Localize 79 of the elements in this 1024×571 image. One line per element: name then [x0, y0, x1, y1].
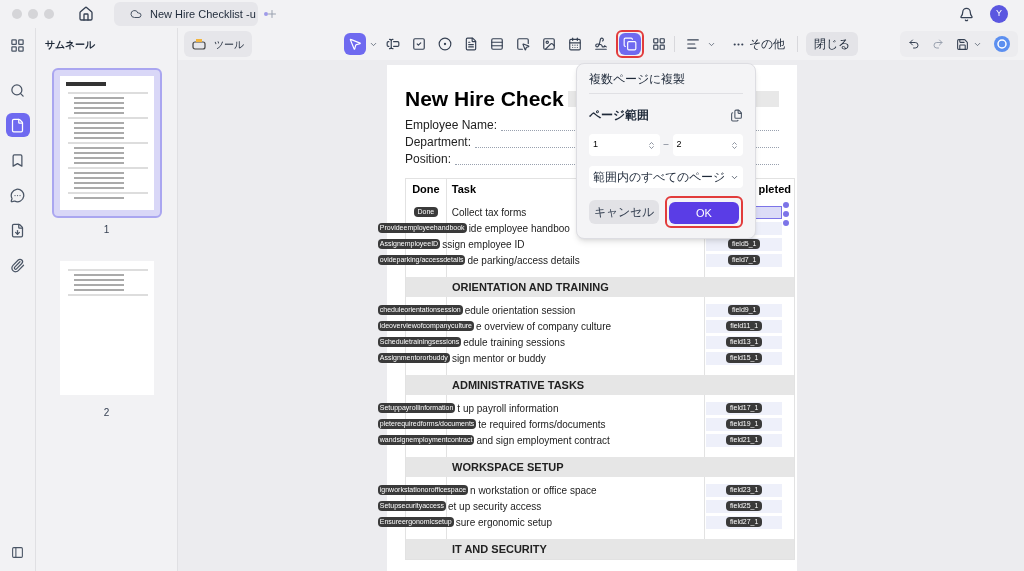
select-value: 範囲内のすべてのページ: [593, 169, 725, 186]
task-text: t up payroll information: [457, 401, 559, 416]
grid-icon: [652, 37, 666, 51]
search-icon: [10, 82, 25, 98]
document-title: New Hire Check: [405, 86, 564, 113]
text-field-icon: [386, 37, 400, 51]
section-heading: IT AND SECURITY: [452, 541, 547, 557]
task-text: edule orientation session: [464, 303, 576, 318]
page-range-icon[interactable]: [730, 108, 743, 122]
column-header: pleted: [757, 181, 792, 197]
paperclip-icon: [10, 257, 25, 273]
assistant-icon[interactable]: [994, 36, 1010, 52]
task-text: Collect tax forms: [451, 205, 527, 220]
close-button[interactable]: 閉じる: [806, 32, 858, 56]
comment-icon: [10, 187, 25, 203]
calendar-icon: [568, 37, 582, 51]
task-text: n workstation or office space: [470, 483, 597, 498]
task-text: sign mentor or buddy: [451, 351, 546, 366]
tool-button[interactable]: [344, 33, 366, 55]
cancel-button[interactable]: キャンセル: [589, 200, 659, 225]
section-heading: ORIENTATION AND TRAINING: [452, 279, 609, 295]
task-text: de parking/access details: [467, 253, 580, 268]
page-scope-select[interactable]: 範囲内のすべてのページ: [589, 166, 743, 188]
info-label: Department:: [405, 134, 472, 151]
combo-box-icon: [464, 37, 478, 51]
panel-icon[interactable]: [11, 546, 24, 559]
to-page-field[interactable]: 2: [672, 134, 743, 156]
task-text: edule training sessions: [463, 335, 565, 350]
page-thumbnail[interactable]: [51, 68, 162, 218]
range-label: ページ範囲: [589, 107, 649, 124]
checkbox-icon: [412, 37, 426, 51]
field-value: 1: [593, 138, 598, 152]
save-icon[interactable]: [956, 37, 969, 51]
task-text: ide employee handboo: [468, 221, 570, 236]
dialog-title: 複数ページに複製: [589, 70, 685, 88]
notification-icon[interactable]: [959, 6, 974, 22]
file-icon: [10, 222, 25, 238]
page-icon: [10, 117, 25, 133]
signature-icon: [594, 37, 608, 51]
section-heading: WORKSPACE SETUP: [452, 459, 564, 475]
more-label[interactable]: その他: [749, 35, 785, 53]
task-text: e overview of company culture: [476, 319, 612, 334]
task-text: sure ergonomic setup: [455, 515, 552, 530]
copy-pages-icon: [623, 37, 637, 51]
selection-handles[interactable]: [782, 200, 790, 227]
panel-title: サムネール: [45, 37, 95, 52]
column-header: Done: [411, 181, 441, 197]
align-icon: [686, 37, 700, 51]
task-text: et up security access: [448, 499, 542, 514]
cloud-icon: [130, 8, 142, 20]
info-label: Employee Name:: [405, 117, 498, 134]
pointer-icon: [348, 37, 362, 51]
field-value: 2: [676, 138, 682, 152]
bookmark-icon: [10, 152, 25, 168]
user-avatar[interactable]: Y: [990, 5, 1008, 23]
ok-button[interactable]: OK: [669, 202, 739, 225]
section-heading: ADMINISTRATIVE TASKS: [452, 377, 585, 393]
thumbnails-icon[interactable]: [10, 38, 25, 53]
list-box-icon: [490, 37, 504, 51]
stepper-icon[interactable]: [646, 140, 656, 150]
range-separator: –: [663, 138, 669, 152]
task-text: ssign employee ID: [442, 237, 525, 252]
sidebar-item[interactable]: [5, 113, 30, 137]
stepper-icon[interactable]: [730, 140, 739, 150]
tab-title: New Hire Checklist -u: [150, 6, 256, 22]
button-tool-icon: [516, 37, 530, 51]
image-icon: [542, 37, 556, 51]
undo-icon[interactable]: [908, 38, 920, 50]
radio-button-icon: [438, 37, 452, 51]
info-label: Position:: [405, 151, 452, 168]
toolbox-icon: [192, 38, 206, 50]
page-number: 1: [103, 223, 110, 237]
from-page-field[interactable]: 1: [589, 134, 660, 156]
tools-button[interactable]: ツール: [184, 31, 252, 57]
home-icon[interactable]: [78, 6, 94, 22]
page-number: 2: [103, 406, 110, 420]
task-text: and sign employment contract: [476, 433, 610, 448]
task-text: te required forms/documents: [478, 417, 606, 432]
column-header: Task: [450, 181, 478, 197]
